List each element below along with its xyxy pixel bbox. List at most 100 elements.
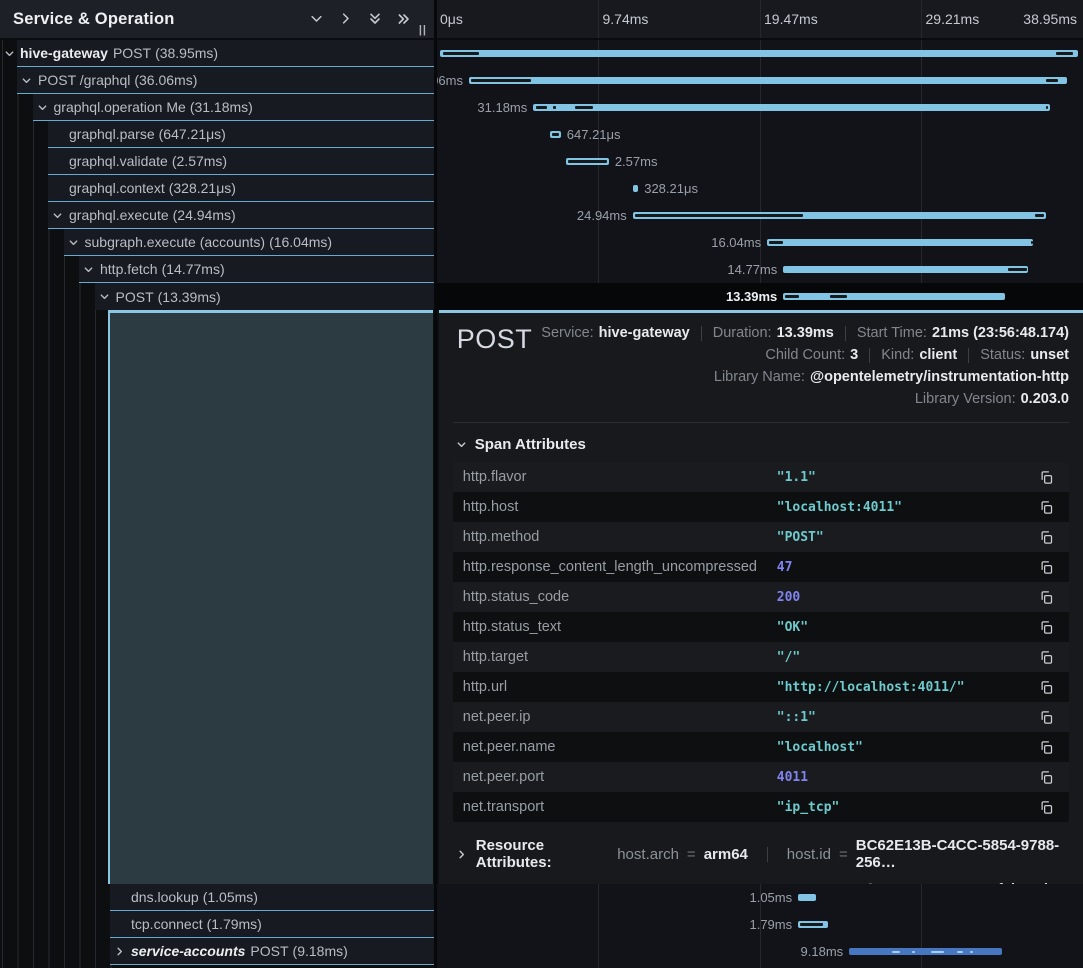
span-bar[interactable] bbox=[440, 50, 1078, 57]
span-bar-duration-label: 1.79ms bbox=[749, 917, 792, 932]
copy-icon[interactable] bbox=[1035, 496, 1057, 518]
chevron-down-icon[interactable] bbox=[20, 74, 33, 87]
span-row-label[interactable]: graphql.operation Me(31.18ms) bbox=[33, 94, 435, 121]
meta-value: 3 bbox=[850, 347, 858, 363]
span-bar-mark bbox=[471, 79, 531, 82]
chevron-down-icon[interactable] bbox=[51, 209, 64, 222]
timeline-tick: 29.21ms bbox=[926, 11, 980, 27]
meta-separator bbox=[701, 326, 702, 341]
span-timeline-cell: 2.57ms bbox=[437, 148, 1083, 175]
copy-icon[interactable] bbox=[1035, 586, 1057, 608]
copy-icon[interactable] bbox=[1035, 706, 1057, 728]
span-tree-cell: graphql.context(328.21μs) bbox=[0, 175, 434, 202]
copy-icon[interactable] bbox=[1035, 646, 1057, 668]
attribute-value: "http://localhost:4011/" bbox=[777, 680, 1035, 695]
span-timeline-cell: 13.39ms bbox=[437, 283, 1083, 310]
chevron-down-icon[interactable] bbox=[3, 47, 16, 60]
span-row-label[interactable]: POST(13.39ms) bbox=[95, 283, 435, 310]
span-row-label[interactable]: http.fetch(14.77ms) bbox=[79, 256, 434, 283]
span-bar[interactable] bbox=[783, 293, 1005, 300]
meta-value: @opentelemetry/instrumentation-http bbox=[810, 369, 1069, 385]
resource-attributes-toggle[interactable]: Resource Attributes:host.arch=arm64host.… bbox=[455, 837, 1069, 871]
span-row-label[interactable]: dns.lookup(1.05ms) bbox=[110, 884, 434, 911]
span-row-label[interactable]: subgraph.execute (accounts)(16.04ms) bbox=[64, 229, 435, 256]
copy-icon[interactable] bbox=[1035, 736, 1057, 758]
span-operation-name: POST bbox=[116, 289, 154, 305]
trace-viewer: Service & Operation || 0μs9.74ms19.47ms2… bbox=[0, 0, 1083, 968]
copy-icon[interactable] bbox=[1035, 466, 1057, 488]
chevron-down-icon[interactable] bbox=[98, 290, 111, 303]
span-row-label[interactable]: hive-gatewayPOST(38.95ms) bbox=[17, 40, 434, 67]
span-duration: (36.06ms) bbox=[134, 72, 197, 88]
span-row-label[interactable]: graphql.context(328.21μs) bbox=[48, 175, 434, 202]
span-row-label[interactable]: graphql.parse(647.21μs) bbox=[48, 121, 434, 148]
copy-icon[interactable] bbox=[1035, 616, 1057, 638]
span-bar[interactable] bbox=[783, 266, 1028, 273]
span-tree-cell: graphql.execute(24.94ms) bbox=[0, 202, 434, 229]
copy-icon[interactable] bbox=[1035, 676, 1057, 698]
span-bar[interactable] bbox=[633, 185, 638, 192]
timeline-header: 0μs9.74ms19.47ms29.21ms38.95ms bbox=[437, 0, 1083, 40]
span-bar-duration-label: 328.21μs bbox=[644, 181, 698, 196]
span-bar[interactable] bbox=[533, 104, 1050, 111]
span-timeline-cell: 16.04ms bbox=[437, 229, 1083, 256]
span-duration: (647.21μs) bbox=[159, 126, 226, 142]
meta-value: 0.203.0 bbox=[1021, 391, 1069, 407]
span-operation-name: graphql.parse bbox=[69, 126, 155, 142]
span-row: service-accountsPOST(9.18ms)9.18ms bbox=[0, 938, 1083, 965]
meta-item: Duration:13.39ms bbox=[713, 325, 834, 341]
double-chevron-down-icon[interactable] bbox=[367, 11, 383, 27]
span-attributes-section-toggle[interactable]: Span Attributes bbox=[455, 436, 1069, 453]
chevron-right-icon[interactable] bbox=[113, 945, 126, 958]
timeline-tick: 0μs bbox=[440, 11, 463, 27]
span-bar-duration-label: 1.05ms bbox=[749, 890, 792, 905]
span-meta: Service:hive-gatewayDuration:13.39msStar… bbox=[541, 322, 1069, 410]
chevron-right-icon[interactable] bbox=[455, 848, 468, 861]
tree-header: Service & Operation || bbox=[0, 0, 434, 40]
span-bar[interactable] bbox=[798, 894, 815, 901]
span-bar-mark bbox=[568, 160, 607, 163]
span-bar[interactable] bbox=[767, 239, 1033, 246]
resource-attributes-title: Resource Attributes: bbox=[476, 837, 605, 871]
span-row-label[interactable]: graphql.execute(24.94ms) bbox=[48, 202, 434, 229]
span-timeline-cell: 31.18ms bbox=[437, 94, 1083, 121]
span-row-label[interactable]: graphql.validate(2.57ms) bbox=[48, 148, 434, 175]
double-chevron-right-icon[interactable] bbox=[396, 11, 412, 27]
chevron-down-icon[interactable] bbox=[82, 263, 95, 276]
chevron-down-icon[interactable] bbox=[309, 11, 325, 27]
span-duration: (1.79ms) bbox=[207, 916, 262, 932]
resource-value: arm64 bbox=[704, 846, 748, 863]
span-timeline-cell: 14.77ms bbox=[437, 256, 1083, 283]
span-operation-name: POST bbox=[113, 45, 151, 61]
span-duration: (13.39ms) bbox=[158, 289, 221, 305]
copy-icon[interactable] bbox=[1035, 796, 1057, 818]
chevron-down-icon[interactable] bbox=[36, 101, 49, 114]
span-row-label[interactable]: service-accountsPOST(9.18ms) bbox=[110, 938, 434, 965]
span-tree-cell: hive-gatewayPOST(38.95ms) bbox=[0, 40, 434, 67]
attribute-value: "1.1" bbox=[777, 470, 1035, 485]
span-row-label[interactable]: tcp.connect(1.79ms) bbox=[110, 911, 434, 938]
meta-label: Kind: bbox=[881, 347, 914, 363]
copy-icon[interactable] bbox=[1035, 556, 1057, 578]
span-row-label[interactable]: POST /graphql(36.06ms) bbox=[17, 67, 434, 94]
meta-label: Library Version: bbox=[915, 391, 1016, 407]
span-duration: (16.04ms) bbox=[269, 234, 332, 250]
chevron-down-icon[interactable] bbox=[455, 438, 468, 451]
attribute-key: http.method bbox=[463, 529, 777, 545]
meta-separator bbox=[845, 326, 846, 341]
chevron-right-icon[interactable] bbox=[338, 11, 354, 27]
attribute-key: net.peer.name bbox=[463, 739, 777, 755]
span-attributes-title: Span Attributes bbox=[475, 436, 586, 453]
meta-value: client bbox=[919, 347, 957, 363]
span-operation-name: POST /graphql bbox=[38, 72, 130, 88]
copy-icon[interactable] bbox=[1035, 526, 1057, 548]
chevron-down-icon[interactable] bbox=[67, 236, 80, 249]
copy-icon[interactable] bbox=[1035, 766, 1057, 788]
divider-rule bbox=[453, 422, 1069, 423]
divider-handle[interactable]: || bbox=[419, 24, 427, 36]
attribute-row: net.transport"ip_tcp" bbox=[453, 792, 1069, 822]
span-timeline-cell: 24.94ms bbox=[437, 202, 1083, 229]
span-bar[interactable] bbox=[469, 77, 1067, 84]
span-meta-line: Service:hive-gatewayDuration:13.39msStar… bbox=[541, 322, 1069, 344]
span-bar[interactable] bbox=[849, 948, 1001, 955]
